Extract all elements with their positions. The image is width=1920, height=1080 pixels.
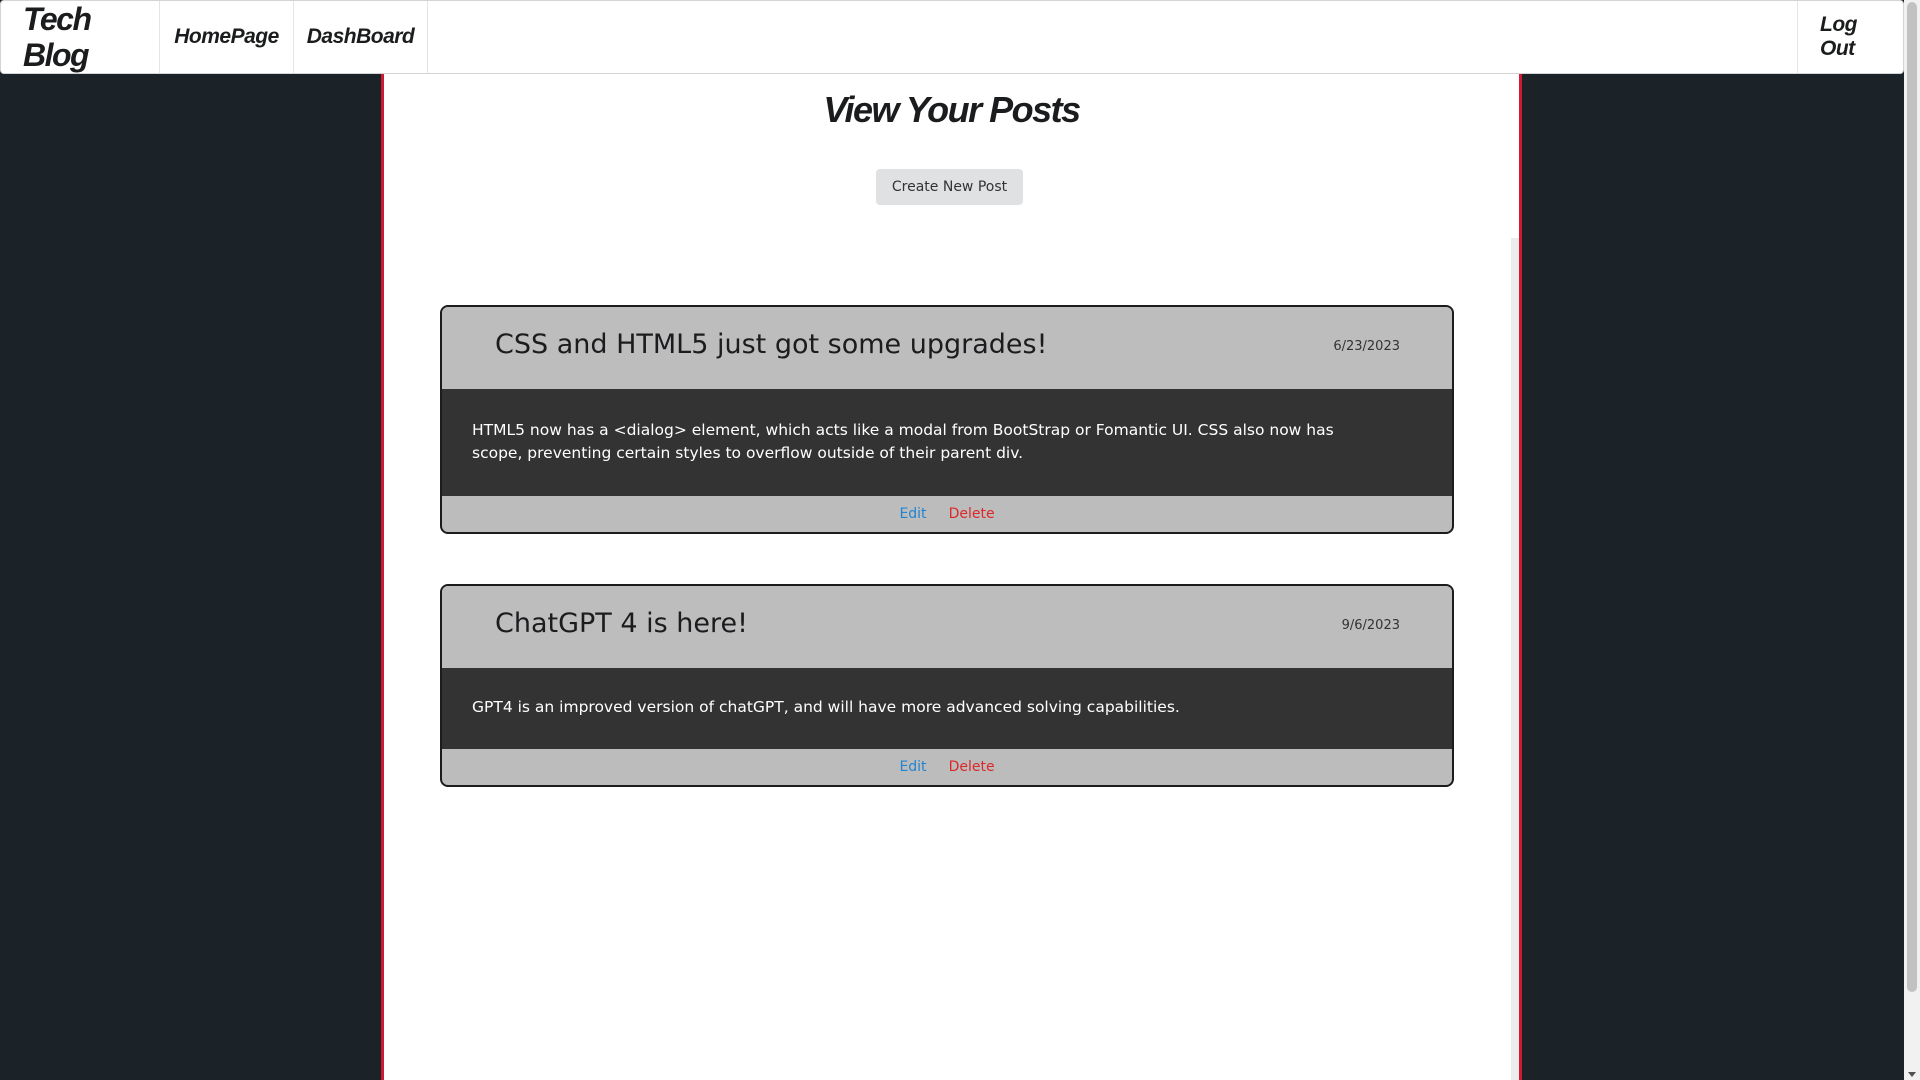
post-body: HTML5 now has a <dialog> element, which … xyxy=(442,389,1452,496)
delete-post-link[interactable]: Delete xyxy=(949,759,995,775)
edit-post-link[interactable]: Edit xyxy=(899,759,926,775)
window-scrollbar[interactable] xyxy=(1904,0,1920,1080)
scroll-down-arrow-icon[interactable] xyxy=(1908,1072,1916,1077)
post-date: 6/23/2023 xyxy=(1333,339,1400,354)
post-title[interactable]: ChatGPT 4 is here! xyxy=(495,608,748,639)
create-post-button[interactable]: Create New Post xyxy=(876,169,1023,205)
logout-link[interactable]: Log Out xyxy=(1797,1,1903,73)
page-title: View Your Posts xyxy=(823,89,1081,130)
post-body: GPT4 is an improved version of chatGPT, … xyxy=(442,668,1452,749)
scrollbar-thumb[interactable] xyxy=(1907,2,1917,992)
content-scroll-track[interactable] xyxy=(1511,238,1519,1080)
brand-logo[interactable]: Tech Blog xyxy=(1,1,160,73)
post-header: ChatGPT 4 is here! 9/6/2023 xyxy=(442,586,1452,668)
post-date: 9/6/2023 xyxy=(1341,618,1400,633)
top-navbar: Tech Blog HomePage DashBoard Log Out xyxy=(0,0,1904,74)
delete-post-link[interactable]: Delete xyxy=(949,506,995,522)
post-actions: Edit Delete xyxy=(442,496,1452,532)
brand-title: Tech Blog xyxy=(23,0,92,73)
edit-post-link[interactable]: Edit xyxy=(899,506,926,522)
post-card: CSS and HTML5 just got some upgrades! 6/… xyxy=(440,305,1454,534)
post-title[interactable]: CSS and HTML5 just got some upgrades! xyxy=(495,329,1047,360)
nav-link-homepage[interactable]: HomePage xyxy=(160,1,294,73)
dashboard-content: View Your Posts Create New Post CSS and … xyxy=(381,73,1522,1080)
nav-link-dashboard[interactable]: DashBoard xyxy=(294,1,428,73)
post-actions: Edit Delete xyxy=(442,749,1452,785)
post-header: CSS and HTML5 just got some upgrades! 6/… xyxy=(442,307,1452,389)
post-card: ChatGPT 4 is here! 9/6/2023 GPT4 is an i… xyxy=(440,584,1454,787)
